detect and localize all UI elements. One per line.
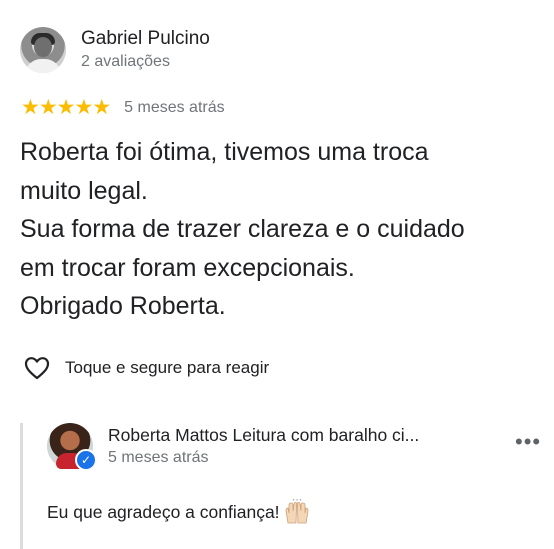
star-icon: ★: [21, 96, 40, 119]
review-text-line: Sua forma de trazer clareza e o cuidado: [20, 215, 465, 243]
review-header: Gabriel Pulcino 2 avaliações: [20, 27, 210, 73]
review-text-line: muito legal.: [20, 176, 148, 205]
author-name[interactable]: Gabriel Pulcino: [81, 27, 210, 51]
star-icon: ★: [92, 96, 111, 119]
reply-author-name[interactable]: Roberta Mattos Leitura com baralho ci...: [108, 423, 419, 447]
author-info: Gabriel Pulcino 2 avaliações: [81, 27, 210, 73]
reply-info: Roberta Mattos Leitura com baralho ci...…: [108, 423, 419, 469]
react-button[interactable]: Toque e segure para reagir: [24, 356, 269, 380]
owner-reply: ✓ Roberta Mattos Leitura com baralho ci.…: [20, 423, 543, 549]
review-text-line: Roberta foi ótima, tivemos uma troca: [20, 138, 429, 166]
review-time: 5 meses atrás: [124, 99, 225, 116]
reply-avatar[interactable]: ✓: [47, 423, 97, 471]
review-text-line: em trocar foram excepcionais.: [20, 253, 355, 282]
author-avatar[interactable]: [20, 27, 66, 73]
reply-header: ✓ Roberta Mattos Leitura com baralho ci.…: [47, 423, 419, 471]
reply-time: 5 meses atrás: [108, 449, 209, 466]
star-icon: ★: [56, 96, 76, 119]
author-review-count: 2 avaliações: [81, 53, 170, 70]
reply-text: Eu que agradeço a confiança!: [47, 501, 280, 522]
raising-hands-icon: [285, 499, 308, 524]
heart-icon: [24, 357, 50, 380]
rating-row: ★ ★ ★ ★ ★ 5 meses atrás: [21, 97, 225, 119]
star-icon: ★: [38, 96, 58, 119]
star-icon: ★: [74, 96, 93, 119]
reply-text-row: Eu que agradeço a confiança!: [47, 499, 312, 525]
review-text-line: Obrigado Roberta.: [20, 292, 226, 320]
verified-check-icon: ✓: [75, 449, 97, 471]
review-text: Roberta foi ótima, tivemos uma troca mui…: [20, 133, 540, 326]
react-label: Toque e segure para reagir: [65, 358, 270, 377]
star-rating: ★ ★ ★ ★ ★: [21, 96, 111, 119]
more-options-icon[interactable]: •••: [515, 431, 541, 453]
